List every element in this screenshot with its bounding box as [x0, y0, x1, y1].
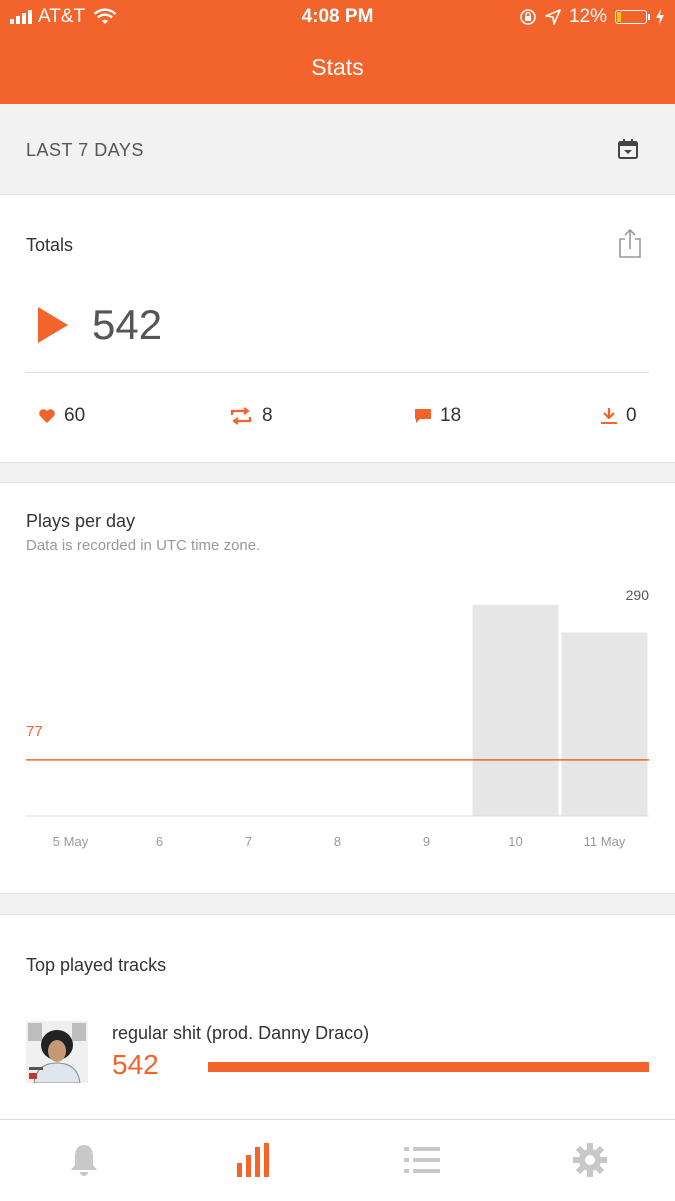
totals-title: Totals	[26, 235, 74, 255]
x-tick-label: 7	[245, 834, 252, 849]
x-tick-label: 5 May	[53, 834, 89, 849]
calendar-icon[interactable]	[617, 138, 639, 160]
x-tick-label: 11 May	[584, 834, 626, 849]
totals-card: Totals 542 60 8 18 0	[0, 195, 675, 462]
likes-count: 60	[64, 405, 86, 426]
orientation-lock-icon	[520, 9, 536, 25]
stats-icon	[237, 1143, 269, 1177]
x-tick-label: 9	[423, 834, 430, 849]
average-label: 77	[26, 723, 43, 740]
likes-stat: 60	[38, 405, 85, 427]
tab-notifications[interactable]	[64, 1140, 104, 1180]
location-icon	[545, 9, 561, 25]
section-separator	[0, 462, 675, 483]
heart-icon	[39, 409, 55, 423]
gear-icon	[573, 1143, 607, 1177]
tab-stats[interactable]	[234, 1140, 274, 1180]
charging-icon	[656, 9, 664, 25]
battery-fill	[617, 12, 621, 22]
total-plays: 542	[92, 301, 163, 348]
battery-icon	[615, 10, 650, 24]
track-plays-bar	[208, 1062, 649, 1072]
track-plays: 542	[112, 1049, 159, 1080]
comments-count: 18	[440, 405, 462, 426]
max-value-label: 290	[626, 587, 650, 603]
chart-bar	[561, 632, 648, 816]
x-tick-label: 8	[334, 834, 341, 849]
date-range-label: LAST 7 DAYS	[26, 140, 144, 160]
reposts-stat: 8	[228, 405, 273, 427]
app-header: AT&T 4:08 PM 12% Stats	[0, 0, 675, 104]
page-title: Stats	[311, 54, 364, 80]
bell-icon	[71, 1145, 97, 1176]
status-right: 12%	[519, 6, 665, 28]
chart-bar	[472, 604, 559, 816]
divider	[26, 372, 649, 373]
tab-tracks[interactable]	[402, 1140, 442, 1180]
track-artwork	[26, 1021, 88, 1083]
comments-stat: 18	[414, 405, 461, 427]
downloads-stat: 0	[600, 405, 637, 427]
reposts-count: 8	[262, 405, 273, 426]
tab-bar	[0, 1119, 675, 1201]
comment-icon	[415, 409, 431, 423]
track-plays-bar-fill	[208, 1062, 649, 1072]
repost-icon	[230, 407, 252, 425]
plays-per-day-card: Plays per day Data is recorded in UTC ti…	[0, 483, 675, 893]
section-separator	[0, 893, 675, 915]
track-title: regular shit (prod. Danny Draco)	[112, 1023, 370, 1043]
battery-percent: 12%	[568, 6, 607, 27]
plays-per-day-chart: 5 May 6 7 8 9 10 11 May 77 290	[26, 587, 650, 849]
play-icon	[38, 307, 68, 343]
top-tracks-title: Top played tracks	[26, 955, 167, 975]
tab-settings[interactable]	[570, 1140, 610, 1180]
x-tick-label: 10	[508, 834, 522, 849]
downloads-count: 0	[626, 405, 637, 426]
top-tracks-card: Top played tracks regular shit (prod. Da…	[0, 915, 675, 1118]
status-bar: AT&T 4:08 PM 12%	[0, 0, 675, 34]
list-icon	[404, 1147, 440, 1173]
date-range-selector[interactable]: LAST 7 DAYS	[0, 104, 675, 195]
x-tick-label: 6	[156, 834, 163, 849]
share-icon[interactable]	[617, 227, 643, 259]
download-icon	[601, 408, 617, 424]
